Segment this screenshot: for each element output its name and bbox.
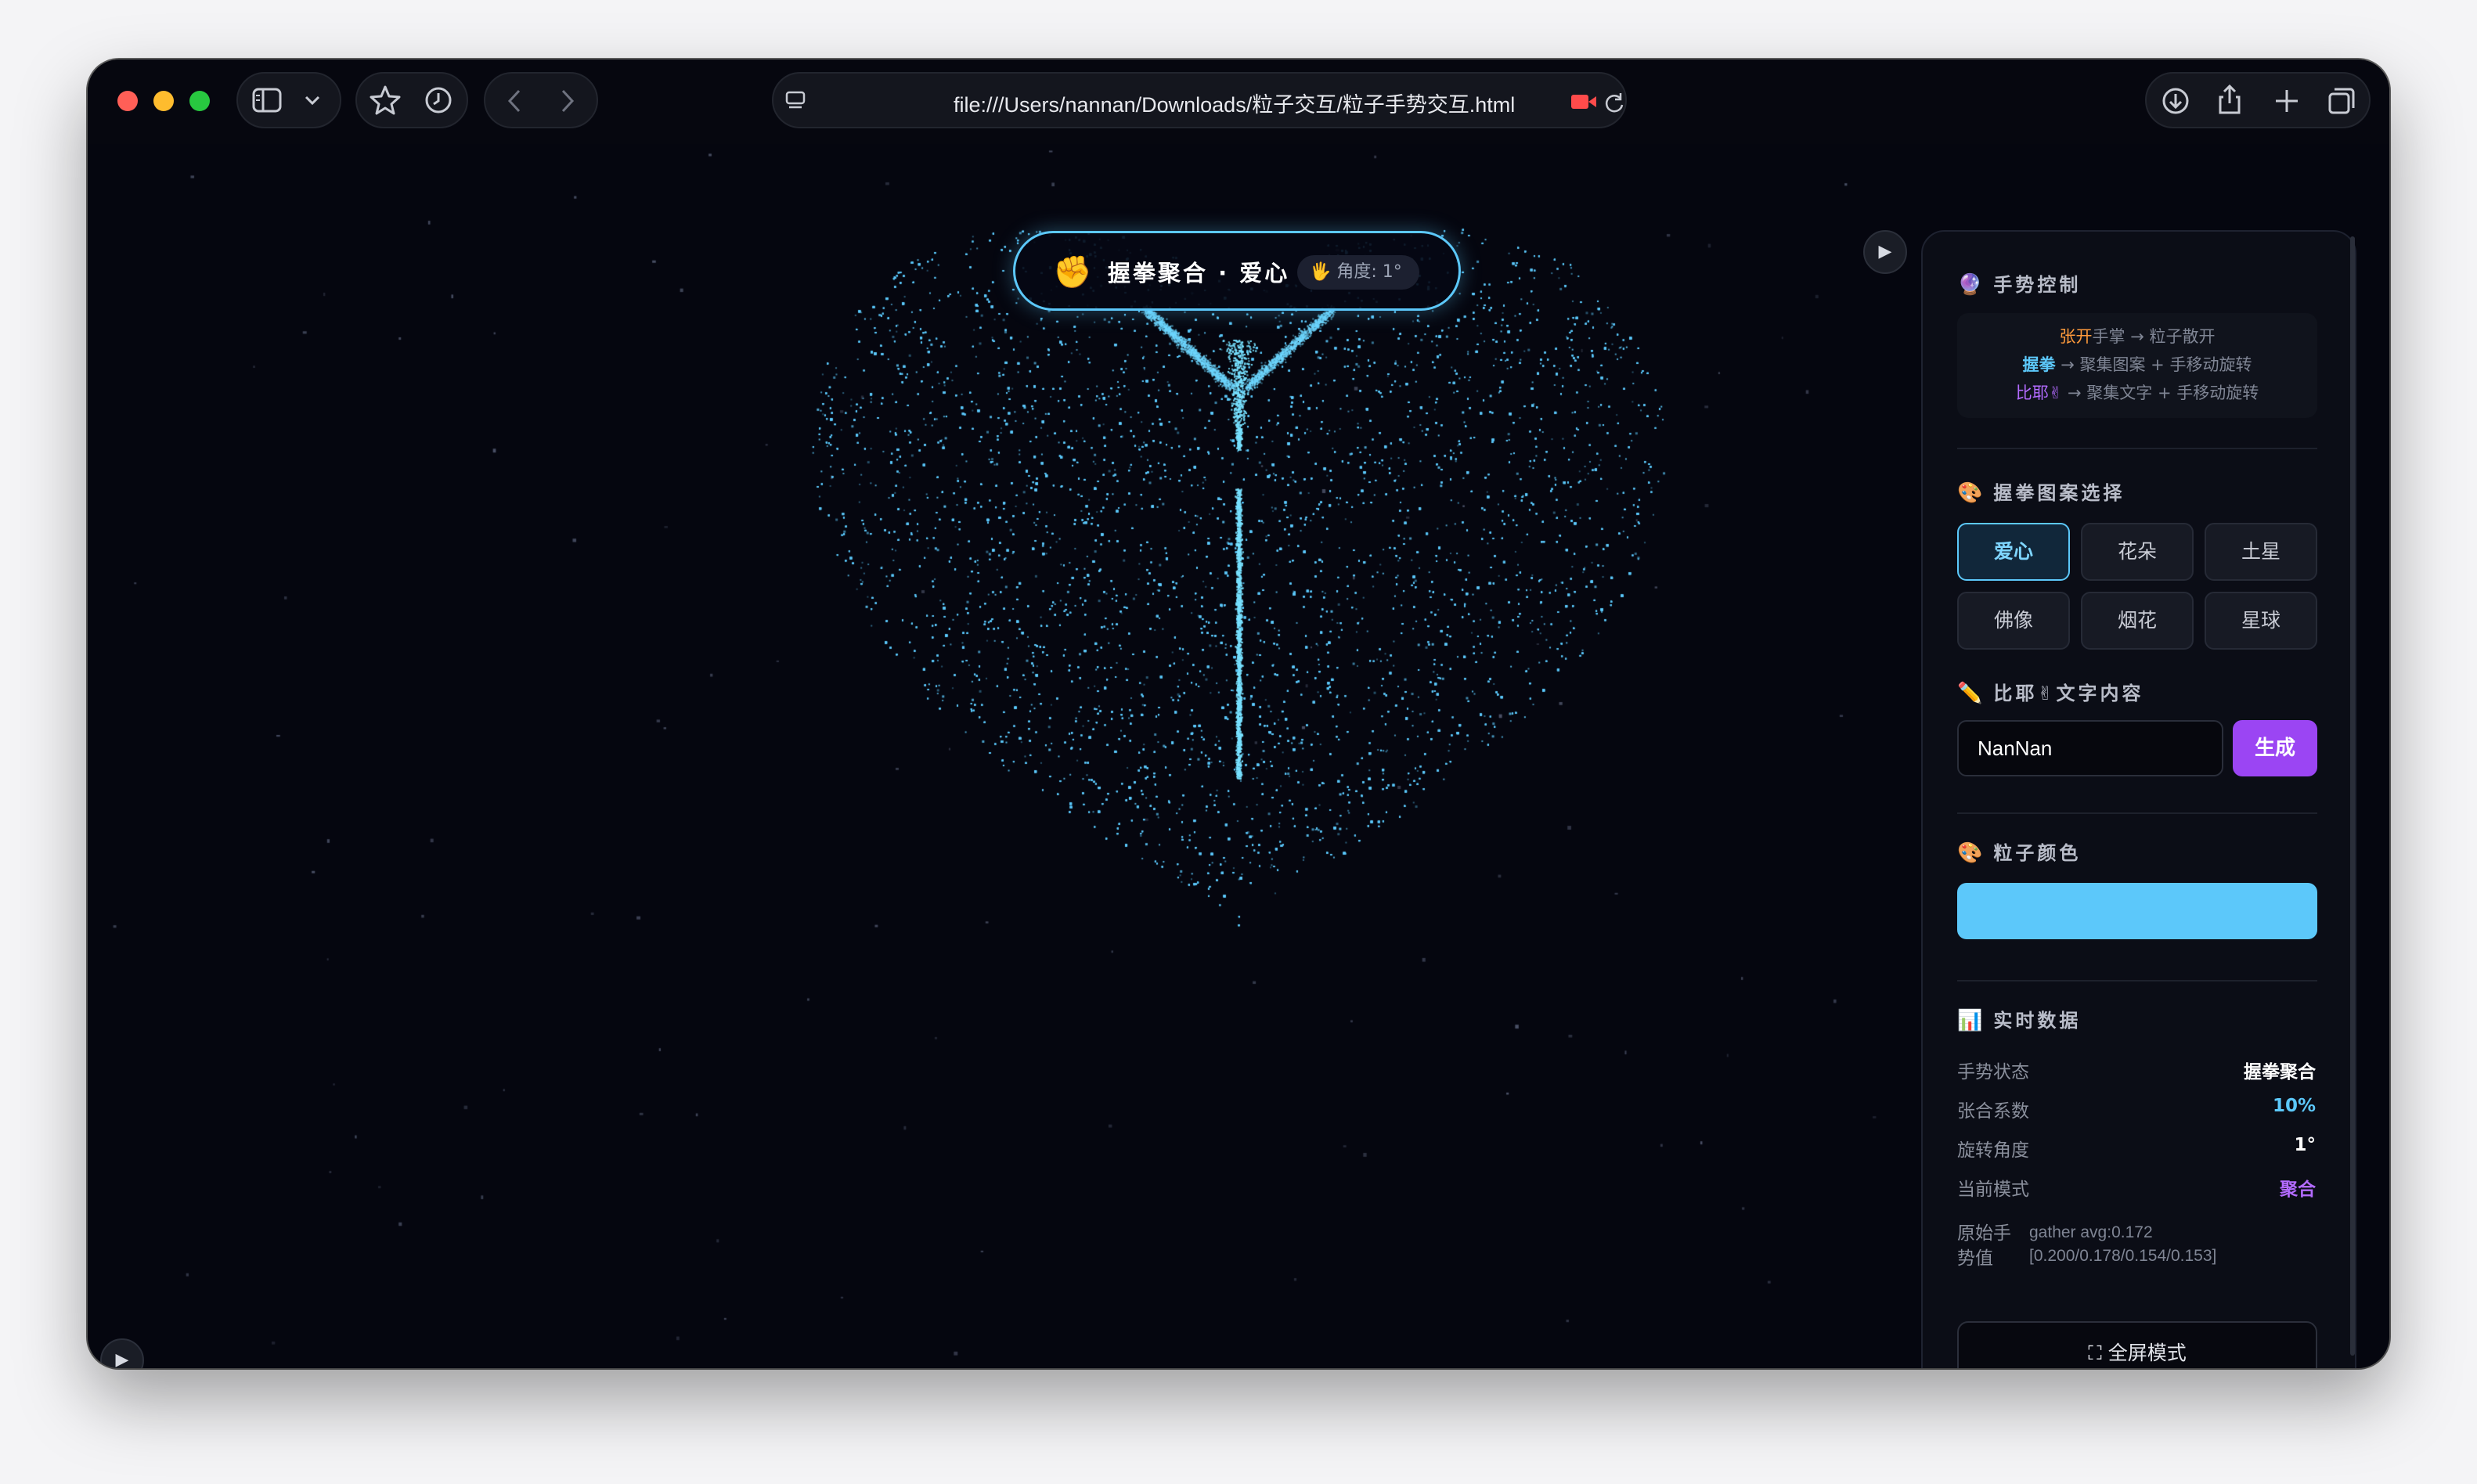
maximize-window-button[interactable] [189, 91, 210, 111]
shape-select-title: 🎨 握拳图案选择 [1957, 481, 2125, 505]
pencil-icon: ✏️ [1957, 682, 1983, 705]
shape-button-heart[interactable]: 爱心 [1957, 523, 2070, 581]
particle-color-title: 🎨 粒子颜色 [1957, 841, 2082, 865]
forward-arrow-icon[interactable] [557, 88, 578, 114]
browser-window: file:///Users/nannan/Downloads/粒子交互/粒子手势… [88, 59, 2389, 1368]
help-line-fist: 握拳 → 聚集图案 + 手移动旋转 [2022, 355, 2252, 374]
raw-gesture-value: gather avg:0.172 [0.200/0.178/0.154/0.15… [2029, 1223, 2217, 1265]
raw-gesture-label: 原始手势值 [1957, 1223, 2011, 1269]
particle-color-picker[interactable] [1957, 883, 2317, 939]
url-text[interactable]: file:///Users/nannan/Downloads/粒子交互/粒子手势… [954, 88, 1515, 118]
download-icon[interactable] [2161, 86, 2190, 116]
sidebar-icon[interactable] [252, 88, 282, 113]
shape-button-saturn[interactable]: 土星 [2205, 523, 2317, 581]
palette-icon: 🎨 [1957, 841, 1983, 865]
panel-scrollbar[interactable] [2350, 236, 2355, 1356]
shape-button-buddha[interactable]: 佛像 [1957, 592, 2070, 650]
fist-icon: ✊ [1053, 254, 1092, 290]
gesture-control-title: 🔮 手势控制 [1957, 273, 2082, 297]
sidebar-toggle-group [236, 72, 341, 128]
fullscreen-button[interactable]: ⛶ 全屏模式 [1957, 1321, 2317, 1368]
bar-chart-icon: 📊 [1957, 1009, 1983, 1032]
divider [1957, 448, 2317, 449]
share-icon[interactable] [2216, 83, 2244, 116]
stat-value-gesture-state: 握拳聚合 [2244, 1062, 2316, 1082]
minimize-window-button[interactable] [153, 91, 174, 111]
browser-toolbar: file:///Users/nannan/Downloads/粒子交互/粒子手势… [88, 59, 2389, 144]
particle-stage[interactable]: ✊ 握拳聚合 · 爱心 🖐 角度: 1° ▶ ▶ 🔮 手势控制 张开手掌 → 粒子… [88, 144, 2389, 1368]
stat-label-open-coefficient: 张合系数 [1957, 1101, 2029, 1122]
help-line-peace: 比耶✌ → 聚集文字 + 手移动旋转 [2015, 384, 2259, 402]
stat-label-gesture-state: 手势状态 [1957, 1062, 2029, 1082]
stat-value-current-mode: 聚合 [2280, 1180, 2316, 1200]
stat-value-open-coefficient: 10% [2272, 1096, 2316, 1116]
text-content-title: ✏️ 比耶✌文字内容 [1957, 682, 2144, 705]
panel-toggle-play-icon[interactable]: ▶ [1863, 230, 1907, 274]
realtime-data-title: 📊 实时数据 [1957, 1009, 2082, 1032]
gesture-status-pill: ✊ 握拳聚合 · 爱心 🖐 角度: 1° [1013, 231, 1461, 311]
shape-button-fireworks[interactable]: 烟花 [2081, 592, 2194, 650]
star-icon[interactable] [370, 85, 401, 116]
reload-icon[interactable] [1603, 91, 1625, 114]
new-tab-plus-icon[interactable] [2272, 86, 2302, 116]
angle-badge: 🖐 角度: 1° [1297, 255, 1419, 290]
control-panel: 🔮 手势控制 张开手掌 → 粒子散开 握拳 → 聚集图案 + 手移动旋转 比耶✌ … [1921, 230, 2356, 1368]
chevron-down-icon[interactable] [304, 92, 321, 108]
generate-button[interactable]: 生成 [2233, 720, 2317, 776]
camera-recording-icon[interactable] [1570, 92, 1597, 111]
tab-overview-icon[interactable] [2327, 86, 2356, 116]
stat-label-rotation-angle: 旋转角度 [1957, 1140, 2029, 1161]
shape-button-planet[interactable]: 星球 [2205, 592, 2317, 650]
stat-label-current-mode: 当前模式 [1957, 1180, 2029, 1200]
crystal-ball-icon: 🔮 [1957, 273, 1983, 297]
navigation-group [484, 72, 598, 128]
divider [1957, 980, 2317, 982]
divider [1957, 812, 2317, 814]
page-settings-icon[interactable] [784, 89, 808, 113]
stat-value-rotation-angle: 1° [2294, 1135, 2316, 1155]
gesture-status-text: 握拳聚合 · 爱心 [1108, 260, 1290, 286]
text-content-input[interactable] [1957, 720, 2223, 776]
bookmark-history-group [355, 72, 468, 128]
gesture-help-box: 张开手掌 → 粒子散开 握拳 → 聚集图案 + 手移动旋转 比耶✌ → 聚集文字… [1957, 313, 2317, 418]
close-window-button[interactable] [117, 91, 138, 111]
history-clock-icon[interactable] [423, 85, 454, 116]
right-actions-group [2145, 72, 2371, 128]
shape-button-flower[interactable]: 花朵 [2081, 523, 2194, 581]
help-line-open: 张开手掌 → 粒子散开 [2059, 327, 2216, 346]
back-arrow-icon[interactable] [504, 88, 525, 114]
palette-icon: 🎨 [1957, 481, 1983, 505]
address-bar[interactable]: file:///Users/nannan/Downloads/粒子交互/粒子手势… [772, 72, 1627, 128]
